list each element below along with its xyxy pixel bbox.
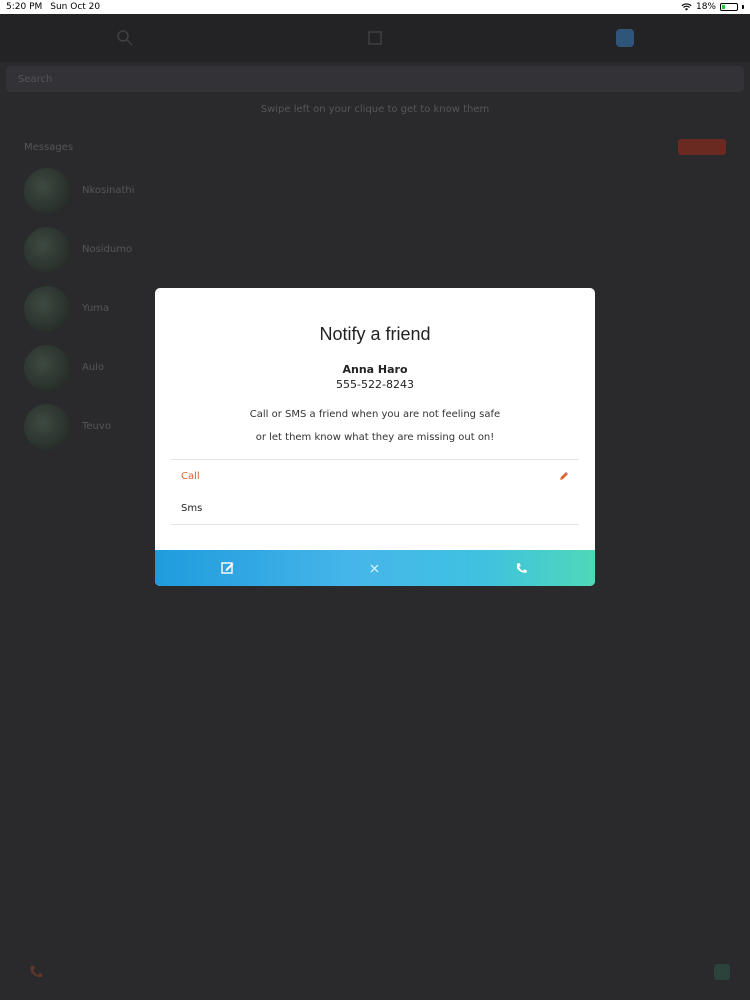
edit-note-icon	[221, 562, 234, 574]
modal-action-bar	[155, 550, 595, 586]
list-header: Messages	[0, 139, 750, 155]
modal-title: Notify a friend	[319, 324, 431, 344]
status-date: Sun Oct 20	[50, 2, 101, 12]
close-button[interactable]	[355, 553, 395, 583]
top-nav	[0, 14, 750, 62]
notify-options: Call Sms	[171, 459, 579, 525]
battery-fill	[722, 5, 725, 9]
close-icon	[371, 564, 379, 572]
avatar	[24, 167, 70, 214]
avatar	[24, 344, 70, 391]
modal-description: Call or SMS a friend when you are not fe…	[155, 403, 595, 449]
battery-icon	[720, 3, 738, 11]
status-time: 5:20 PM	[6, 2, 43, 12]
description-line-2: or let them know what they are missing o…	[255, 432, 495, 443]
clique-name: Nosidumo	[82, 244, 133, 255]
option-call[interactable]: Call	[171, 460, 579, 492]
list-item[interactable]: Nkosinathi	[0, 161, 750, 220]
battery-percent: 18%	[695, 2, 716, 12]
avatar	[24, 226, 70, 273]
clique-name: Nkosinathi	[82, 185, 135, 196]
phone-icon	[516, 562, 527, 573]
avatar	[24, 403, 70, 450]
option-call-label: Call	[181, 470, 200, 482]
contact-name: Anna Haro	[342, 363, 408, 376]
wifi-icon	[681, 3, 692, 11]
description-line-1: Call or SMS a friend when you are not fe…	[249, 409, 501, 420]
status-bar: 5:20 PM Sun Oct 20 18%	[0, 0, 750, 14]
phone-icon[interactable]	[28, 964, 44, 980]
notify-friend-modal: Notify a friend Anna Haro 555-522-8243 C…	[155, 288, 595, 586]
edit-button[interactable]	[208, 553, 248, 583]
avatar	[24, 285, 70, 332]
list-header-label: Messages	[24, 141, 74, 153]
swipe-hint: Swipe left on your clique to get to know…	[260, 104, 490, 115]
search-input[interactable]: Search	[6, 66, 744, 92]
search-placeholder: Search	[18, 73, 53, 85]
list-item[interactable]: Nosidumo	[0, 220, 750, 279]
pencil-icon	[560, 472, 568, 480]
clique-name: Aulo	[82, 362, 105, 373]
option-sms[interactable]: Sms	[171, 492, 579, 524]
contact-phone: 555-522-8243	[336, 378, 414, 391]
clique-name: Teuvo	[82, 421, 111, 432]
option-sms-label: Sms	[181, 502, 203, 514]
battery-tip	[742, 5, 744, 9]
chat-icon[interactable]	[714, 964, 730, 980]
call-button[interactable]	[502, 553, 542, 583]
clique-name: Yuma	[82, 303, 110, 314]
clique-icon[interactable]	[616, 29, 634, 47]
header-action-button[interactable]	[678, 139, 726, 155]
search-icon[interactable]	[116, 29, 134, 47]
list-icon[interactable]	[366, 29, 384, 47]
